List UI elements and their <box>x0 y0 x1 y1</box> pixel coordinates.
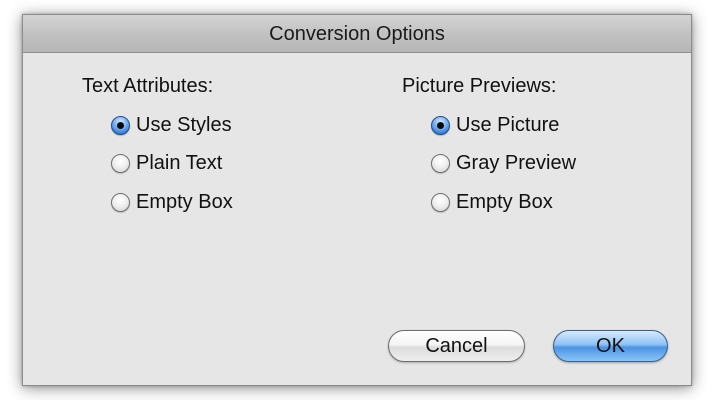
radio-unselected-icon[interactable] <box>431 192 450 212</box>
radio-empty-box-picture[interactable]: Empty Box <box>431 189 553 215</box>
radio-selected-icon[interactable] <box>111 115 130 135</box>
radio-use-styles[interactable]: Use Styles <box>111 112 232 138</box>
radio-label: Use Styles <box>136 113 232 136</box>
radio-unselected-icon[interactable] <box>111 153 130 173</box>
text-attributes-label: Text Attributes: <box>82 75 214 97</box>
radio-unselected-icon[interactable] <box>111 192 130 212</box>
radio-gray-preview[interactable]: Gray Preview <box>431 150 576 176</box>
ok-button[interactable]: OK <box>553 330 668 362</box>
radio-label: Empty Box <box>136 190 233 213</box>
dialog-title: Conversion Options <box>269 23 445 45</box>
radio-label: Use Picture <box>456 113 560 136</box>
dialog-titlebar[interactable]: Conversion Options <box>23 15 691 53</box>
radio-label: Plain Text <box>136 151 223 174</box>
radio-use-picture[interactable]: Use Picture <box>431 112 559 138</box>
radio-label: Empty Box <box>456 190 553 213</box>
picture-previews-label: Picture Previews: <box>402 75 557 97</box>
conversion-options-dialog: Conversion Options Text Attributes: Use … <box>22 14 692 386</box>
radio-selected-icon[interactable] <box>431 115 450 135</box>
radio-label: Gray Preview <box>456 151 577 174</box>
radio-plain-text[interactable]: Plain Text <box>111 150 222 176</box>
radio-unselected-icon[interactable] <box>431 153 450 173</box>
cancel-button[interactable]: Cancel <box>388 330 525 362</box>
radio-empty-box-text[interactable]: Empty Box <box>111 189 233 215</box>
